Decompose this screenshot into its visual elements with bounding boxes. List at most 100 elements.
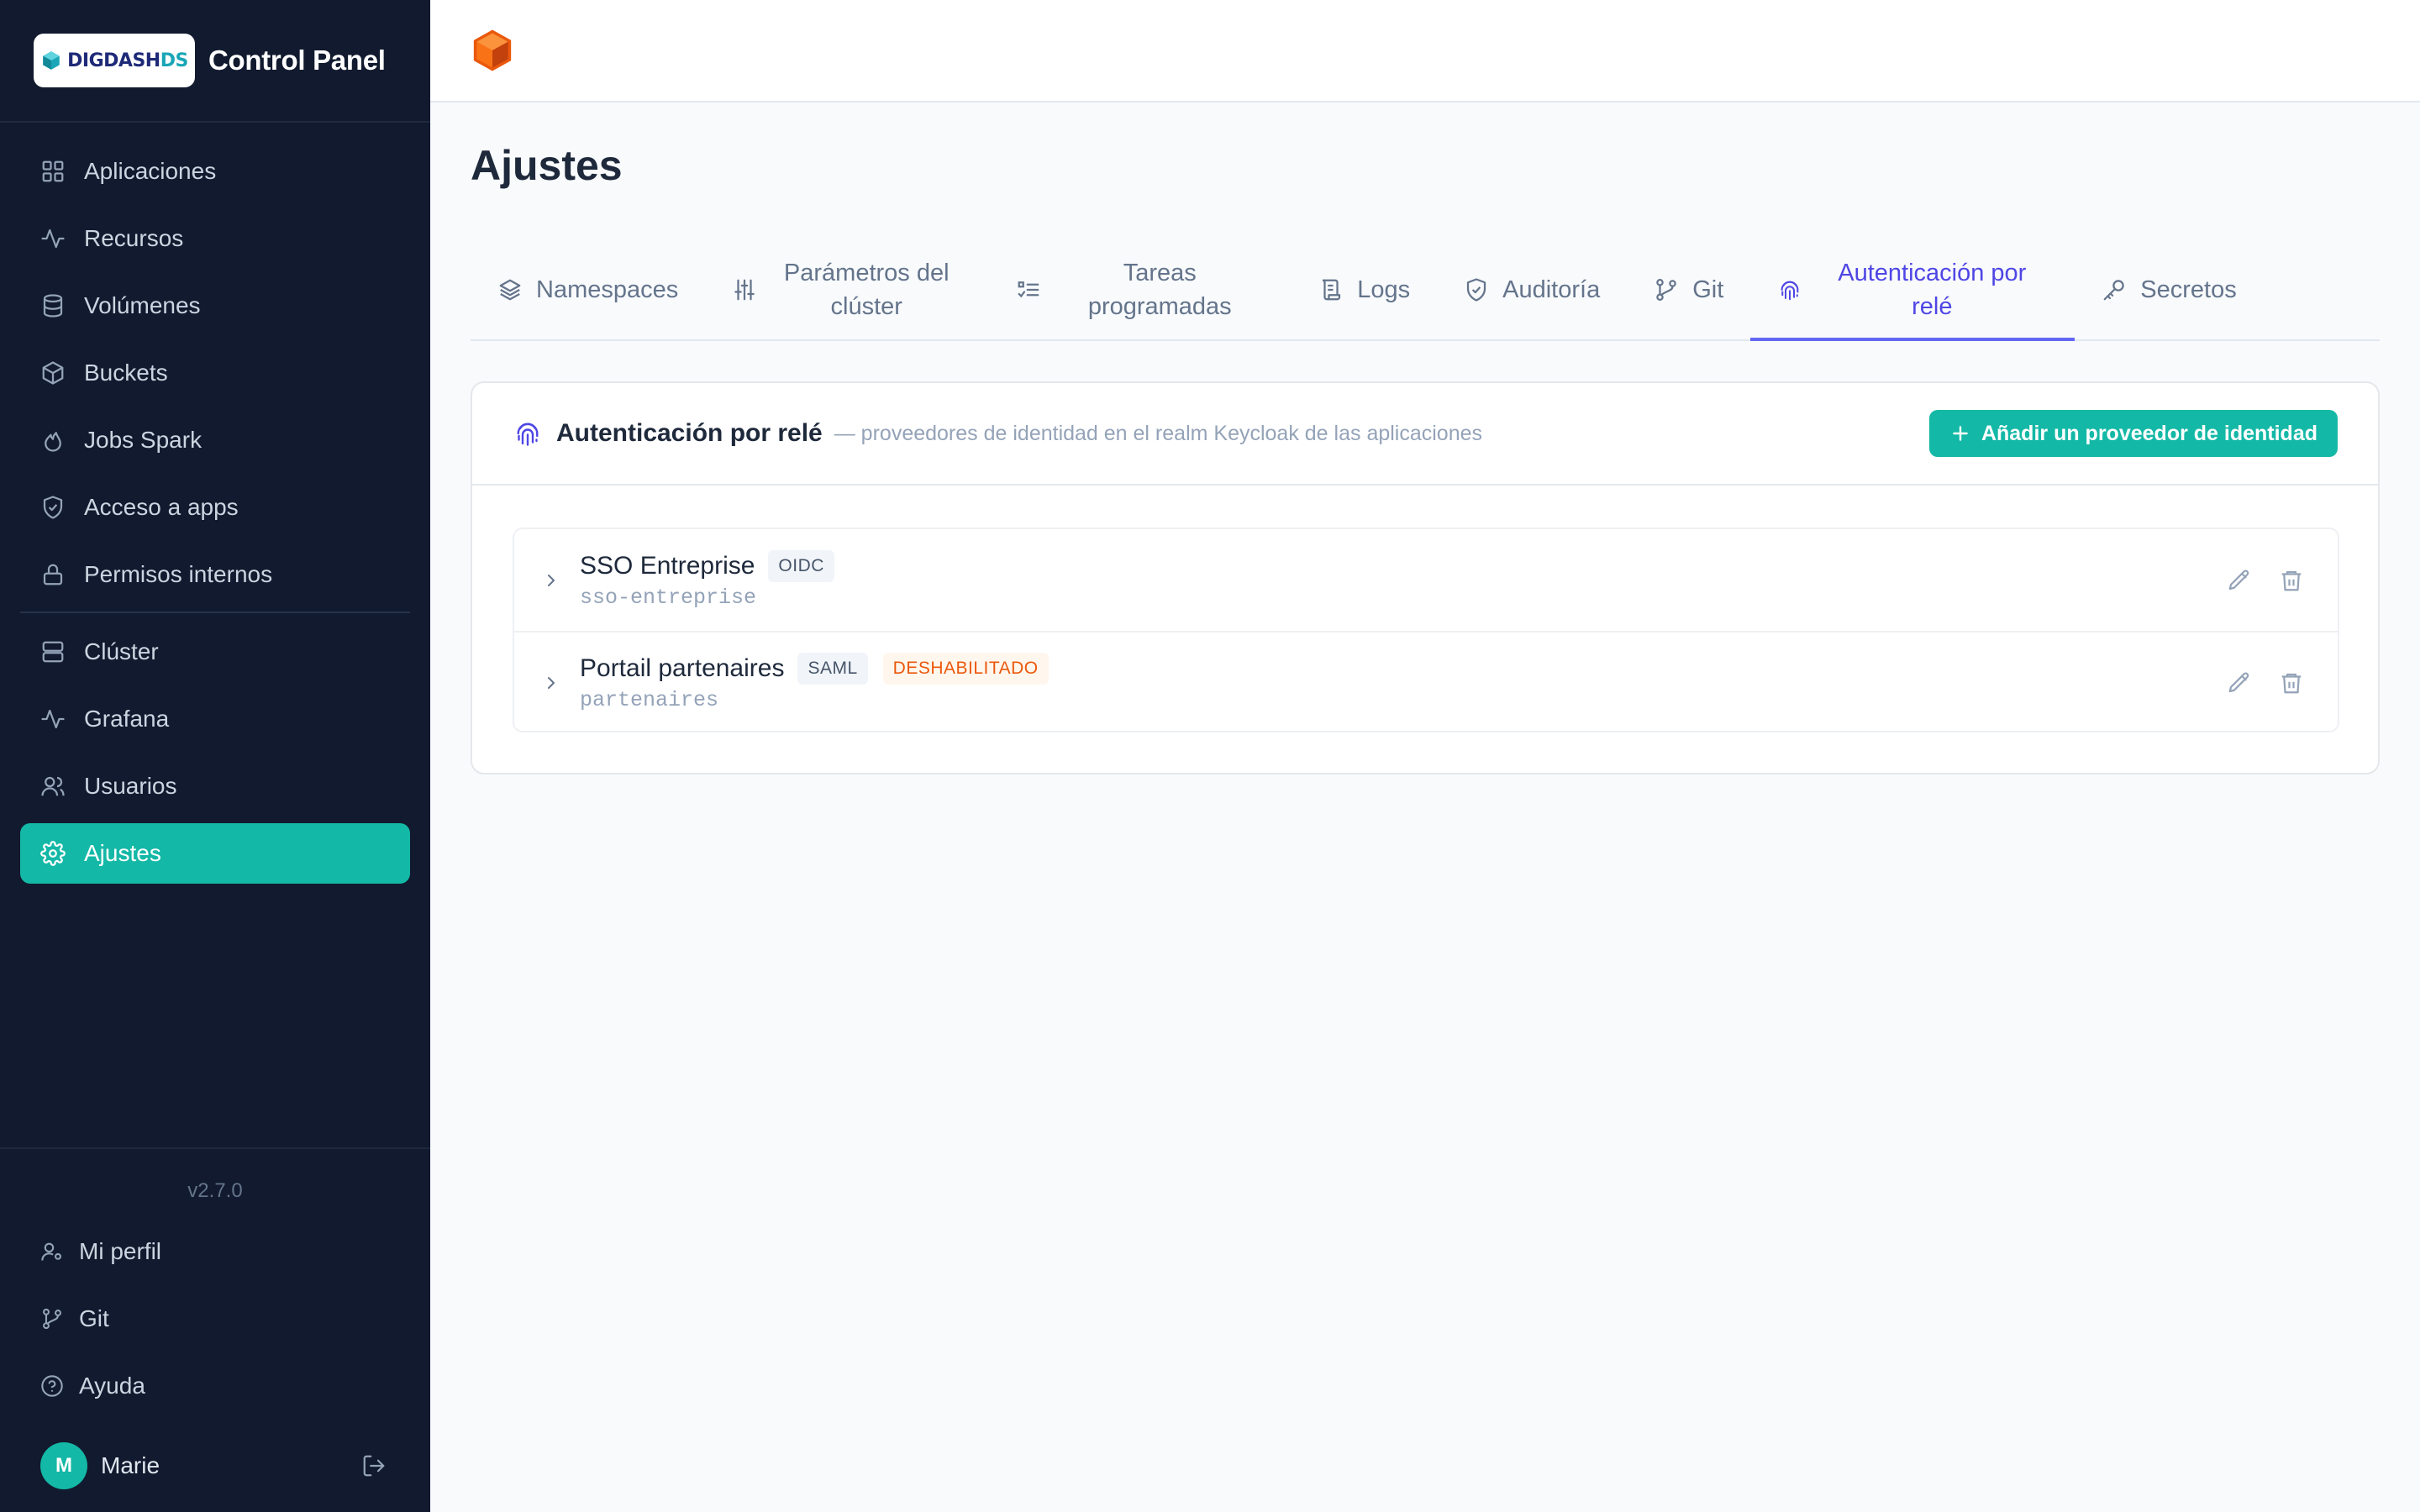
sidebar-item-label: Recursos xyxy=(84,225,184,251)
fingerprint-icon xyxy=(513,418,543,449)
provider-info: SSO Entreprise OIDC sso-entreprise xyxy=(580,550,2227,610)
sidebar-item-label: Mi perfil xyxy=(79,1238,162,1264)
relay-auth-panel: Autenticación por relé — proveedores de … xyxy=(471,381,2380,774)
sidebar-item-label: Usuarios xyxy=(84,773,177,799)
sidebar-item-label: Permisos internos xyxy=(84,561,273,587)
page-title: Ajustes xyxy=(471,142,623,189)
list-checks-icon xyxy=(1016,277,1041,302)
tab-label: Tareas programadas xyxy=(1087,260,1232,320)
sidebar-item-recursos[interactable]: Recursos xyxy=(20,208,410,269)
status-badge: DESHABILITADO xyxy=(882,653,1049,685)
list-item[interactable]: SSO Entreprise OIDC sso-entreprise xyxy=(514,529,2338,631)
tab-logs[interactable]: Logs xyxy=(1292,240,1437,339)
shield-icon xyxy=(1464,277,1489,302)
sidebar-item-label: Jobs Spark xyxy=(84,427,203,453)
panel-title: Autenticación por relé xyxy=(556,419,823,447)
edit-icon[interactable] xyxy=(2227,670,2252,696)
flame-icon xyxy=(40,428,66,453)
plus-icon xyxy=(1949,423,1971,444)
box-icon xyxy=(40,360,66,386)
add-button-label: Añadir un proveedor de identidad xyxy=(1981,421,2317,445)
sidebar-item-git[interactable]: Git xyxy=(0,1285,430,1352)
sidebar-item-label: Aplicaciones xyxy=(84,158,217,184)
tab-label: Parámetros del clúster xyxy=(783,260,950,320)
gear-icon xyxy=(40,841,66,866)
cube-icon[interactable] xyxy=(469,27,516,74)
settings-tabs: Namespaces Parámetros del clúster Tareas… xyxy=(471,240,2380,341)
activity-icon xyxy=(40,706,66,732)
tab-label: Autenticación por relé xyxy=(1838,260,2027,320)
server-icon xyxy=(40,639,66,664)
avatar[interactable]: M xyxy=(40,1442,87,1489)
sidebar-item-buckets[interactable]: Buckets xyxy=(20,343,410,403)
users-icon xyxy=(40,774,66,799)
sidebar-item-label: Git xyxy=(79,1305,109,1331)
sidebar-item-permisos-internos[interactable]: Permisos internos xyxy=(20,544,410,605)
user-cog-icon xyxy=(40,1240,64,1263)
activity-icon xyxy=(40,226,66,251)
tab-git[interactable]: Git xyxy=(1627,240,1750,339)
tab-tareas-programadas[interactable]: Tareas programadas xyxy=(989,240,1292,339)
app-version: v2.7.0 xyxy=(187,1179,243,1202)
tab-label: Logs xyxy=(1357,276,1411,303)
provider-alias: sso-entreprise xyxy=(580,585,757,610)
row-actions xyxy=(2227,670,2304,696)
git-branch-icon xyxy=(1654,277,1679,302)
logo-cube-icon xyxy=(43,51,60,70)
protocol-badge: OIDC xyxy=(768,550,834,582)
tab-label: Git xyxy=(1692,276,1724,303)
sidebar-item-acceso-apps[interactable]: Acceso a apps xyxy=(20,477,410,538)
shield-check-icon xyxy=(40,495,66,520)
provider-alias: partenaires xyxy=(580,688,719,712)
scroll-icon xyxy=(1318,277,1344,302)
sidebar-item-mi-perfil[interactable]: Mi perfil xyxy=(0,1218,430,1285)
sliders-icon xyxy=(732,277,757,302)
sidebar-nav: Aplicaciones Recursos Volúmenes Buckets … xyxy=(0,123,430,884)
identity-provider-list: SSO Entreprise OIDC sso-entreprise Porta… xyxy=(513,528,2339,732)
sidebar-item-cluster[interactable]: Clúster xyxy=(20,622,410,682)
chevron-right-icon[interactable] xyxy=(541,570,561,591)
sidebar-item-volumenes[interactable]: Volúmenes xyxy=(20,276,410,336)
sidebar-item-label: Ayuda xyxy=(79,1373,145,1399)
tab-label: Secretos xyxy=(2140,276,2237,303)
tab-auditoria[interactable]: Auditoría xyxy=(1437,240,1627,339)
trash-icon[interactable] xyxy=(2279,670,2304,696)
chevron-right-icon[interactable] xyxy=(541,673,561,693)
edit-icon[interactable] xyxy=(2227,568,2252,593)
sidebar-item-grafana[interactable]: Grafana xyxy=(20,689,410,749)
top-bar xyxy=(430,0,2420,102)
row-actions xyxy=(2227,568,2304,593)
sidebar-item-jobs-spark[interactable]: Jobs Spark xyxy=(20,410,410,470)
help-circle-icon xyxy=(40,1374,64,1398)
layers-icon xyxy=(497,277,523,302)
tab-namespaces[interactable]: Namespaces xyxy=(471,240,705,339)
sidebar-item-usuarios[interactable]: Usuarios xyxy=(20,756,410,816)
sidebar-item-label: Grafana xyxy=(84,706,170,732)
sidebar-item-label: Acceso a apps xyxy=(84,494,239,520)
fingerprint-icon xyxy=(1777,277,1802,302)
provider-info: Portail partenaires SAML DESHABILITADO p… xyxy=(580,653,2227,712)
logo-text: DIGDASHDS xyxy=(67,50,188,71)
sidebar-item-label: Volúmenes xyxy=(84,292,201,318)
sidebar-item-label: Clúster xyxy=(84,638,159,664)
trash-icon[interactable] xyxy=(2279,568,2304,593)
add-identity-provider-button[interactable]: Añadir un proveedor de identidad xyxy=(1928,410,2338,457)
sidebar-item-ajustes[interactable]: Ajustes xyxy=(20,823,410,884)
sidebar-divider xyxy=(20,612,410,613)
main-content: Ajustes Namespaces Parámetros del clúste… xyxy=(430,0,2420,1512)
list-item[interactable]: Portail partenaires SAML DESHABILITADO p… xyxy=(514,631,2338,732)
grid-icon xyxy=(40,159,66,184)
brand-logo[interactable]: DIGDASHDS xyxy=(34,34,195,87)
tab-autenticacion-rele[interactable]: Autenticación por relé xyxy=(1750,240,2075,341)
tab-parametros-cluster[interactable]: Parámetros del clúster xyxy=(705,240,989,339)
logout-icon[interactable] xyxy=(361,1453,387,1478)
sidebar-item-aplicaciones[interactable]: Aplicaciones xyxy=(20,141,410,202)
sidebar-item-ayuda[interactable]: Ayuda xyxy=(0,1352,430,1420)
user-profile: M Marie xyxy=(0,1420,430,1512)
tab-label: Namespaces xyxy=(536,276,679,303)
lock-icon xyxy=(40,562,66,587)
database-icon xyxy=(40,293,66,318)
protocol-badge: SAML xyxy=(797,653,868,685)
tab-secretos[interactable]: Secretos xyxy=(2075,240,2263,339)
app-title: Control Panel xyxy=(208,45,386,76)
